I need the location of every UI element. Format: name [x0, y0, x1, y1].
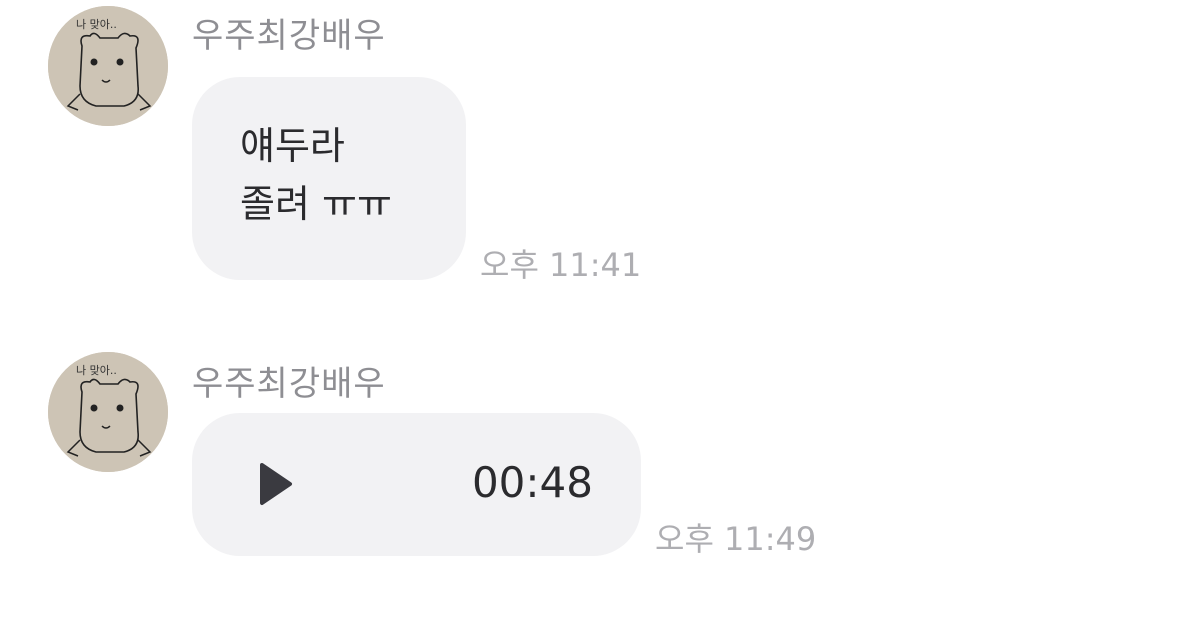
avatar-caption: 나 맞아.. — [76, 364, 117, 377]
avatar-caption: 나 맞아.. — [76, 18, 117, 31]
message-time: 오후 11:41 — [480, 246, 642, 284]
bear-drawing-avatar-icon: 나 맞아.. — [48, 6, 168, 126]
voice-duration: 00:48 — [471, 458, 593, 507]
sender-name: 우주최강배우 — [192, 364, 386, 404]
message-time: 오후 11:49 — [655, 520, 817, 558]
avatar[interactable]: 나 맞아.. — [48, 352, 168, 472]
play-icon[interactable] — [248, 459, 298, 509]
text-message-bubble[interactable]: 얘두라 졸려 ㅠㅠ — [192, 77, 466, 280]
chat-view: 나 맞아.. 우주최강배우 얘두라 졸려 ㅠㅠ 오후 11:41 나 맞아.. — [0, 0, 1179, 633]
sender-name: 우주최강배우 — [192, 16, 386, 56]
avatar[interactable]: 나 맞아.. — [48, 6, 168, 126]
bear-drawing-avatar-icon: 나 맞아.. — [48, 352, 168, 472]
message-text: 얘두라 졸려 ㅠㅠ — [240, 124, 392, 226]
voice-message-bubble[interactable]: 00:48 — [192, 413, 641, 556]
